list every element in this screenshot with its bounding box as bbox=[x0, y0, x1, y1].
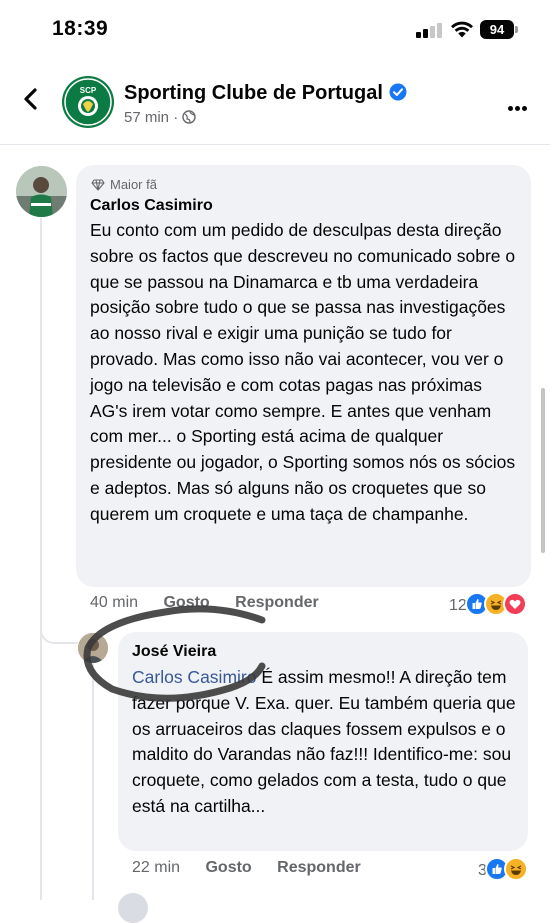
badge-label: Maior fã bbox=[110, 177, 157, 192]
reply-author-avatar-image bbox=[78, 633, 108, 663]
avatar[interactable] bbox=[16, 166, 67, 217]
commenter-avatar-image bbox=[16, 166, 67, 217]
page-logo[interactable]: SCP bbox=[62, 76, 114, 128]
top-fan-badge: Maior fã bbox=[91, 177, 157, 192]
reaction-summary[interactable]: 3 bbox=[478, 857, 528, 881]
reply-bubble: José Vieira Carlos Casimiro É assim mesm… bbox=[118, 632, 528, 851]
avatar[interactable] bbox=[78, 633, 108, 663]
cellular-signal-icon bbox=[416, 22, 442, 38]
post-meta: 57 min · bbox=[124, 109, 197, 126]
reply-text: Carlos Casimiro É assim mesmo!! A direçã… bbox=[132, 665, 522, 820]
reply-button[interactable]: Responder bbox=[277, 859, 361, 876]
comment-bubble: Maior fã Carlos Casimiro Eu conto com um… bbox=[76, 165, 531, 587]
verified-badge-icon bbox=[389, 83, 407, 101]
haha-reaction-icon bbox=[503, 857, 528, 881]
back-chevron-icon[interactable] bbox=[20, 87, 42, 111]
post-time[interactable]: 57 min bbox=[124, 109, 169, 126]
scrollbar[interactable] bbox=[541, 388, 545, 553]
next-reply-avatar[interactable] bbox=[118, 893, 148, 923]
reply-button[interactable]: Responder bbox=[235, 594, 319, 611]
globe-icon bbox=[182, 110, 197, 124]
battery-tip bbox=[515, 26, 518, 33]
more-options-button[interactable] bbox=[508, 98, 529, 116]
meta-separator: · bbox=[173, 109, 179, 126]
comment-actions: 40 min Gosto Responder bbox=[90, 594, 340, 612]
reply-thread-line bbox=[92, 663, 94, 900]
comment-author[interactable]: Carlos Casimiro bbox=[90, 197, 213, 215]
clock: 18:39 bbox=[52, 17, 109, 40]
mention-link[interactable]: Carlos Casimiro bbox=[132, 667, 256, 687]
wifi-icon bbox=[451, 21, 473, 38]
svg-text:SCP: SCP bbox=[80, 86, 97, 95]
header-divider bbox=[0, 144, 550, 145]
page-name[interactable]: Sporting Clube de Portugal bbox=[124, 82, 407, 105]
love-reaction-icon bbox=[502, 592, 527, 616]
reply-actions: 22 min Gosto Responder bbox=[132, 859, 382, 877]
like-button[interactable]: Gosto bbox=[205, 859, 251, 876]
sporting-lion-logo-icon: SCP bbox=[64, 78, 112, 126]
page-name-text: Sporting Clube de Portugal bbox=[124, 82, 383, 104]
thread-line bbox=[40, 218, 42, 900]
reply-body: É assim mesmo!! A direção tem fazer porq… bbox=[132, 667, 516, 816]
diamond-icon bbox=[91, 179, 105, 191]
reply-connector bbox=[40, 600, 78, 644]
comment-time[interactable]: 40 min bbox=[90, 594, 138, 611]
status-bar: 18:39 94 bbox=[0, 0, 550, 60]
reply-time[interactable]: 22 min bbox=[132, 859, 180, 876]
post-header: SCP Sporting Clube de Portugal 57 min · bbox=[0, 62, 550, 144]
reaction-summary[interactable]: 12 bbox=[449, 592, 527, 616]
battery-indicator: 94 bbox=[480, 20, 514, 39]
reply-author[interactable]: José Vieira bbox=[132, 643, 216, 661]
like-button[interactable]: Gosto bbox=[163, 594, 209, 611]
comment-text: Eu conto com um pedido de desculpas dest… bbox=[90, 220, 516, 524]
